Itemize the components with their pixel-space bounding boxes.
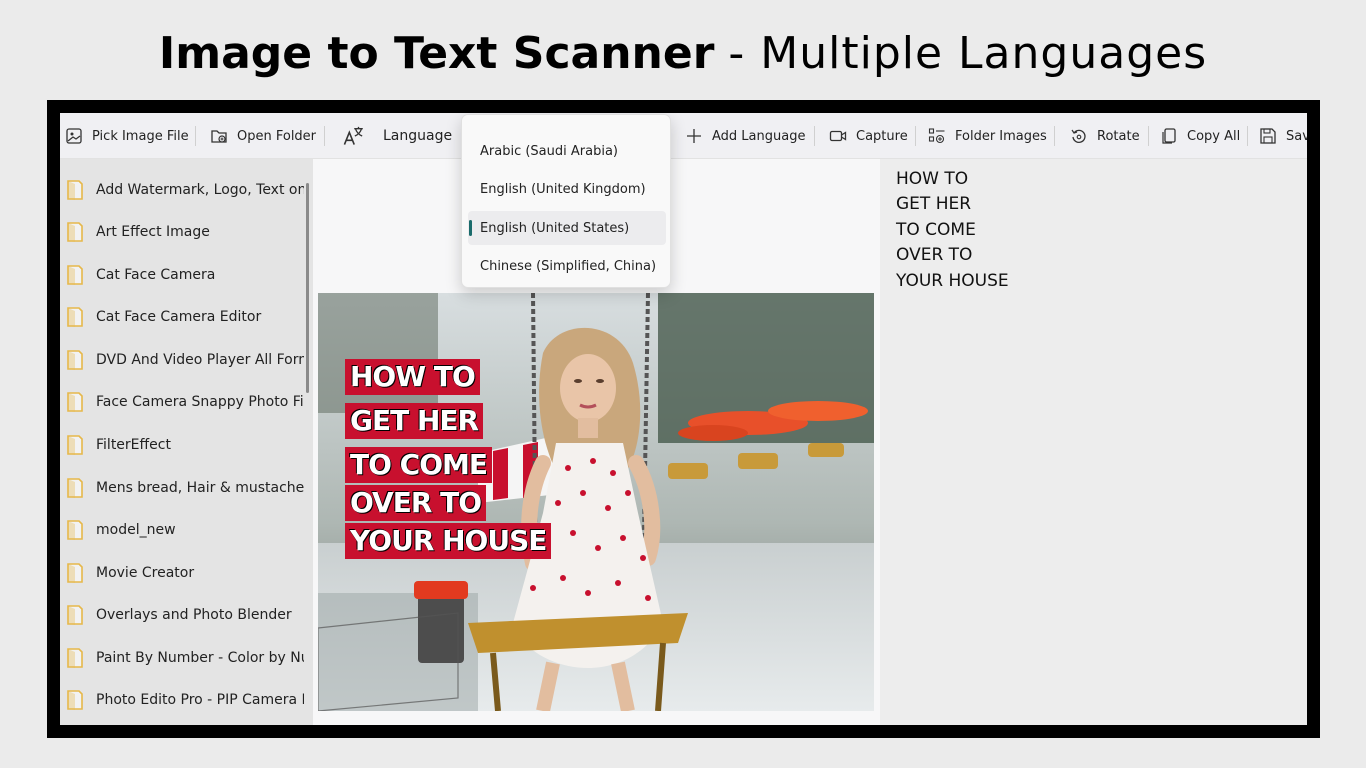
folder-icon — [67, 180, 83, 200]
rotate-label: Rotate — [1097, 128, 1140, 144]
toolbar-divider — [1148, 126, 1149, 146]
headline-light: - Multiple Languages — [728, 28, 1208, 79]
promo-headline: Image to Text Scanner - Multiple Languag… — [0, 28, 1366, 92]
caption-line: OVER TO — [345, 485, 487, 521]
language-option[interactable]: Arabic (Saudi Arabia) — [468, 134, 666, 168]
toolbar-divider — [814, 126, 815, 146]
folder-icon — [67, 690, 83, 710]
ocr-line: YOUR HOUSE — [896, 271, 1009, 291]
ocr-line: OVER TO — [896, 245, 973, 265]
sidebar-folder-item[interactable]: Photo Edito Pro - PIP Camera E — [60, 679, 313, 721]
sidebar-folder-item[interactable]: Add Watermark, Logo, Text on I — [60, 169, 313, 211]
rotate-icon — [1071, 129, 1086, 143]
folder-images-label: Folder Images — [955, 128, 1047, 144]
copy-all-button[interactable]: Copy All — [1160, 113, 1240, 159]
add-language-label: Add Language — [712, 128, 806, 144]
sidebar-folder-item[interactable]: Cat Face Camera Editor — [60, 296, 313, 338]
ocr-line: GET HER — [896, 194, 972, 214]
ocr-line: TO COME — [896, 220, 976, 240]
save-button[interactable]: Save — [1259, 113, 1307, 159]
save-icon — [1260, 128, 1276, 144]
video-camera-icon — [829, 130, 847, 142]
sidebar-folder-item[interactable]: Paint By Number - Color by Nu — [60, 637, 313, 679]
caption-line: TO COME — [345, 447, 492, 483]
folder-icon — [67, 478, 83, 498]
caption-line: YOUR HOUSE — [345, 523, 552, 559]
language-option[interactable]: English (United Kingdom) — [468, 172, 666, 206]
language-option[interactable]: Chinese (Simplified, China) — [468, 249, 666, 283]
toolbar: Pick Image File Open Folder Language Add… — [60, 113, 1307, 159]
rotate-button[interactable]: Rotate — [1070, 113, 1140, 159]
language-label: Language — [383, 128, 453, 144]
preview-photo: HOW TO GET HER TO COME OVER TO YOUR HOUS… — [318, 293, 874, 711]
toolbar-divider — [195, 126, 196, 146]
folder-open-icon — [211, 130, 227, 143]
sidebar-folder-item[interactable]: Face Camera Snappy Photo Filt — [60, 381, 313, 423]
folder-sidebar: Add Watermark, Logo, Text on I Art Effec… — [60, 159, 313, 725]
ocr-line: HOW TO — [896, 169, 969, 189]
sidebar-folder-item[interactable]: FilterEffect — [60, 424, 313, 466]
folder-icon — [67, 648, 83, 668]
toolbar-divider — [915, 126, 916, 146]
copy-all-label: Copy All — [1187, 128, 1241, 144]
folder-icon — [67, 392, 83, 412]
folder-icon — [67, 520, 83, 540]
image-icon — [66, 128, 82, 144]
language-option-selected[interactable]: English (United States) — [468, 211, 666, 245]
capture-button[interactable]: Capture — [829, 113, 908, 159]
folder-icon — [67, 563, 83, 583]
language-button[interactable]: Language — [342, 113, 452, 159]
sidebar-folder-item[interactable]: Movie Creator — [60, 552, 313, 594]
sidebar-scrollbar[interactable] — [306, 183, 309, 393]
translate-icon — [343, 126, 363, 145]
ocr-result-pane[interactable]: HOW TO GET HER TO COME OVER TO YOUR HOUS… — [880, 159, 1307, 725]
app-window: Pick Image File Open Folder Language Add… — [60, 113, 1307, 725]
folder-icon — [67, 435, 83, 455]
open-folder-label: Open Folder — [237, 128, 317, 144]
folder-icon — [67, 307, 83, 327]
copy-icon — [1162, 128, 1176, 144]
folder-icon — [67, 265, 83, 285]
folder-icon — [67, 222, 83, 242]
folder-icon — [67, 350, 83, 370]
folder-images-button[interactable]: Folder Images — [928, 113, 1047, 159]
capture-label: Capture — [856, 128, 908, 144]
add-language-button[interactable]: Add Language — [685, 113, 805, 159]
open-folder-button[interactable]: Open Folder — [210, 113, 316, 159]
caption-line: HOW TO — [345, 359, 480, 395]
pick-image-label: Pick Image File — [92, 128, 189, 144]
toolbar-divider — [1054, 126, 1055, 146]
folder-icon — [67, 605, 83, 625]
sidebar-folder-item[interactable]: DVD And Video Player All Form — [60, 339, 313, 381]
folder-images-icon — [928, 128, 945, 144]
sidebar-folder-item[interactable]: Mens bread, Hair & mustache — [60, 467, 313, 509]
headline-bold: Image to Text Scanner — [158, 28, 715, 79]
language-dropdown: Arabic (Saudi Arabia) English (United Ki… — [461, 114, 671, 288]
sidebar-folder-item[interactable]: model_new — [60, 509, 313, 551]
plus-icon — [687, 129, 701, 143]
device-frame: Pick Image File Open Folder Language Add… — [47, 100, 1320, 738]
image-caption-block: HOW TO GET HER TO COME OVER TO YOUR HOUS… — [345, 359, 552, 559]
pick-image-button[interactable]: Pick Image File — [65, 113, 189, 159]
save-label: Save — [1286, 128, 1307, 144]
sidebar-folder-item[interactable]: Art Effect Image — [60, 211, 313, 253]
toolbar-divider — [1247, 126, 1248, 146]
toolbar-divider — [324, 126, 325, 146]
sidebar-folder-item[interactable]: Cat Face Camera — [60, 254, 313, 296]
caption-line: GET HER — [345, 403, 484, 439]
sidebar-folder-item[interactable]: Overlays and Photo Blender — [60, 594, 313, 636]
